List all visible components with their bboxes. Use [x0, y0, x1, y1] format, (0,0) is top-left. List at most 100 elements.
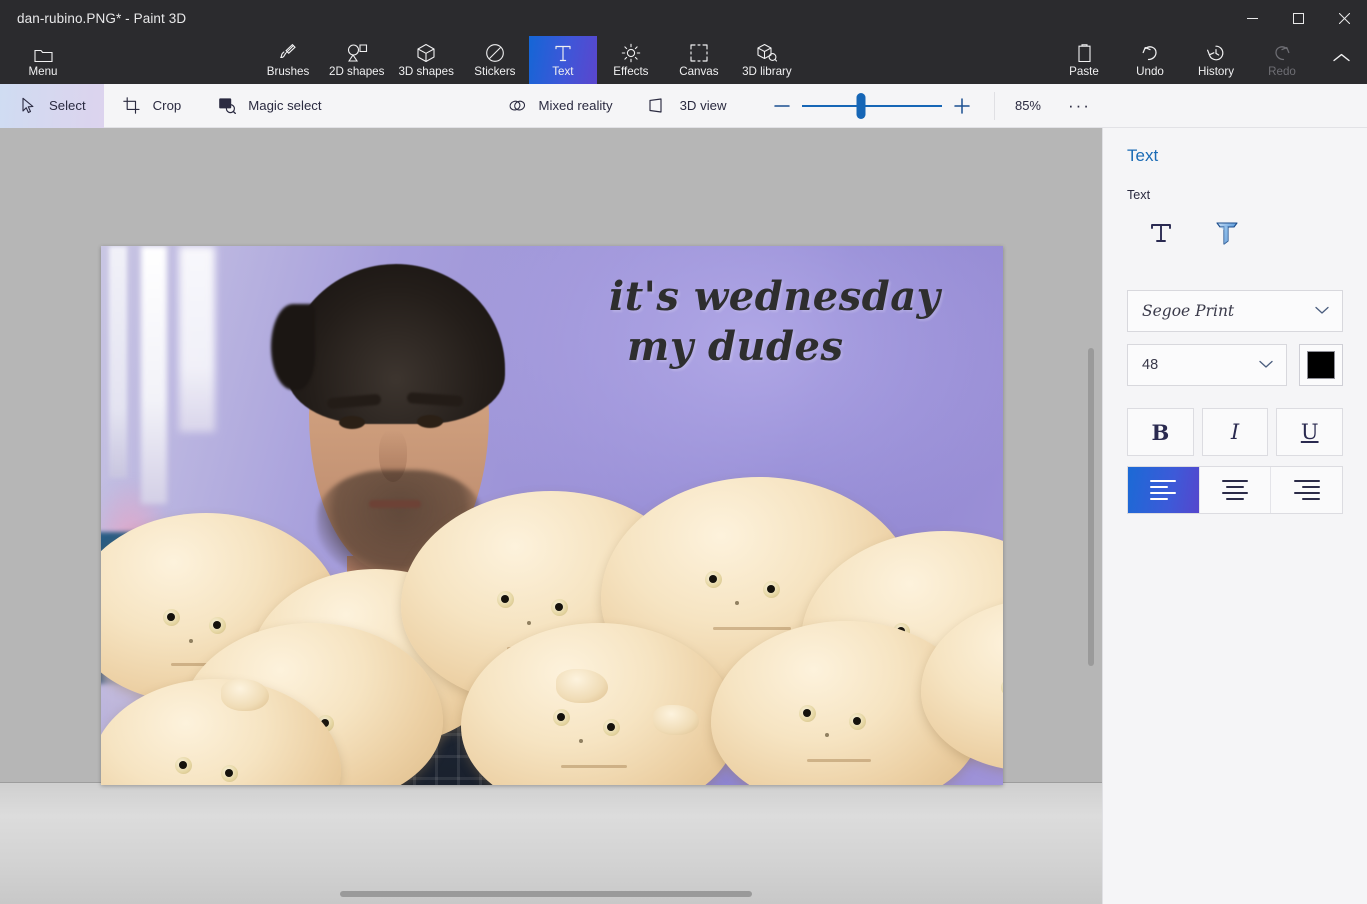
tab-stickers[interactable]: Stickers [461, 36, 529, 84]
text-type-group [1127, 214, 1343, 252]
tab-2d-shapes[interactable]: 2D shapes [322, 36, 391, 84]
window-controls [1229, 0, 1367, 36]
panel-title: Text [1127, 146, 1343, 166]
font-family-dropdown[interactable]: Segoe Print [1127, 290, 1343, 332]
paste-label: Paste [1069, 66, 1099, 78]
select-tool-button[interactable]: Select [0, 84, 104, 128]
underline-button[interactable]: U [1276, 408, 1343, 456]
3d-stage-floor [0, 782, 1102, 904]
redo-button: Redo [1249, 36, 1315, 84]
3d-view-button[interactable]: 3D view [631, 84, 745, 128]
text-icon [553, 43, 573, 63]
zoom-slider-track [802, 105, 942, 107]
zoom-in-button[interactable] [942, 84, 982, 128]
tab-brushes[interactable]: Brushes [254, 36, 322, 84]
collapse-ribbon-button[interactable] [1315, 36, 1367, 84]
undo-button[interactable]: Undo [1117, 36, 1183, 84]
3d-view-label: 3D view [680, 98, 727, 113]
text-color-button[interactable] [1299, 344, 1343, 386]
canvas-workspace[interactable]: it's wednesday my dudes [0, 128, 1102, 904]
paint3d-window: dan-rubino.PNG* - Paint 3D Menu [0, 0, 1367, 904]
tab-brushes-label: Brushes [267, 66, 310, 78]
tab-stickers-label: Stickers [474, 66, 515, 78]
frog-eye [799, 705, 816, 722]
tab-effects-label: Effects [613, 66, 648, 78]
paste-button[interactable]: Paste [1051, 36, 1117, 84]
font-size-value: 48 [1142, 357, 1158, 373]
crop-tool-button[interactable]: Crop [104, 84, 200, 128]
italic-button[interactable]: I [1202, 408, 1269, 456]
frog-eye [551, 599, 568, 616]
zoom-slider-thumb[interactable] [857, 93, 866, 119]
2d-shapes-icon [346, 43, 368, 63]
frog-mouth [713, 627, 791, 630]
frog-mouth [807, 759, 871, 762]
minimize-button[interactable] [1229, 0, 1275, 36]
font-size-dropdown[interactable]: 48 [1127, 344, 1287, 386]
frog-eye [175, 757, 192, 774]
canvas-horizontal-scrollbar[interactable] [340, 891, 752, 897]
tab-effects[interactable]: Effects [597, 36, 665, 84]
stickers-icon [485, 43, 505, 63]
close-button[interactable] [1321, 0, 1367, 36]
canvas-vertical-scrollbar[interactable] [1088, 348, 1094, 666]
folder-icon [34, 43, 53, 63]
caption-line-2: my dudes [609, 322, 989, 372]
menu-label: Menu [28, 66, 57, 78]
zoom-slider[interactable] [802, 84, 942, 128]
align-right-button[interactable] [1271, 467, 1342, 513]
frog-nostril [825, 733, 829, 737]
tab-3d-shapes[interactable]: 3D shapes [391, 36, 460, 84]
frog-eye [763, 581, 780, 598]
tab-3d-library[interactable]: 3D library [733, 36, 801, 84]
cursor-icon [18, 97, 38, 114]
frog-eye [603, 719, 620, 736]
undo-icon [1140, 43, 1160, 63]
frog-eye [705, 571, 722, 588]
tab-canvas[interactable]: Canvas [665, 36, 733, 84]
3d-view-icon [649, 98, 669, 113]
tool-options-bar: Select Crop Magic select Mixed reality [0, 84, 1367, 128]
bold-button[interactable]: B [1127, 408, 1194, 456]
tab-3d-library-label: 3D library [742, 66, 792, 78]
magic-select-icon [217, 97, 237, 114]
frog-eye [553, 709, 570, 726]
align-center-button[interactable] [1200, 467, 1272, 513]
tab-text[interactable]: Text [529, 36, 597, 84]
crop-icon [122, 97, 142, 114]
zoom-level-label: 85% [994, 92, 1060, 120]
history-button[interactable]: History [1183, 36, 1249, 84]
history-icon [1206, 43, 1226, 63]
ceiling-light-strip-1 [109, 246, 127, 478]
ceiling-light-strip-2 [141, 246, 167, 504]
zoom-out-button[interactable] [762, 84, 802, 128]
magic-select-button[interactable]: Magic select [199, 84, 339, 128]
canvas-photo: it's wednesday my dudes [101, 246, 1003, 785]
tab-canvas-label: Canvas [679, 66, 718, 78]
chevron-down-icon [1315, 303, 1329, 319]
undo-label: Undo [1136, 66, 1164, 78]
text-alignment-group [1127, 466, 1343, 514]
text-3d-icon[interactable] [1207, 214, 1247, 252]
text-2d-icon[interactable] [1141, 214, 1181, 252]
select-tool-label: Select [49, 98, 86, 113]
tab-2d-shapes-label: 2D shapes [329, 66, 384, 78]
maximize-button[interactable] [1275, 0, 1321, 36]
person-hair [287, 264, 505, 424]
frog-foot-3 [221, 679, 269, 711]
frog-nostril [527, 621, 531, 625]
canvas-caption-text[interactable]: it's wednesday my dudes [609, 272, 989, 373]
frog-foot-2 [653, 705, 699, 735]
align-left-icon [1150, 476, 1176, 504]
more-options-button[interactable]: ··· [1060, 84, 1098, 128]
align-center-icon [1222, 476, 1248, 504]
brush-icon [278, 43, 298, 63]
mixed-reality-button[interactable]: Mixed reality [490, 84, 631, 128]
menu-button[interactable]: Menu [14, 36, 72, 84]
chevron-down-icon [1259, 357, 1273, 373]
history-label: History [1198, 66, 1234, 78]
align-left-button[interactable] [1128, 467, 1200, 513]
image-canvas[interactable]: it's wednesday my dudes [101, 246, 1003, 785]
font-family-value: Segoe Print [1142, 302, 1234, 320]
text-style-group: B I U [1127, 408, 1343, 456]
